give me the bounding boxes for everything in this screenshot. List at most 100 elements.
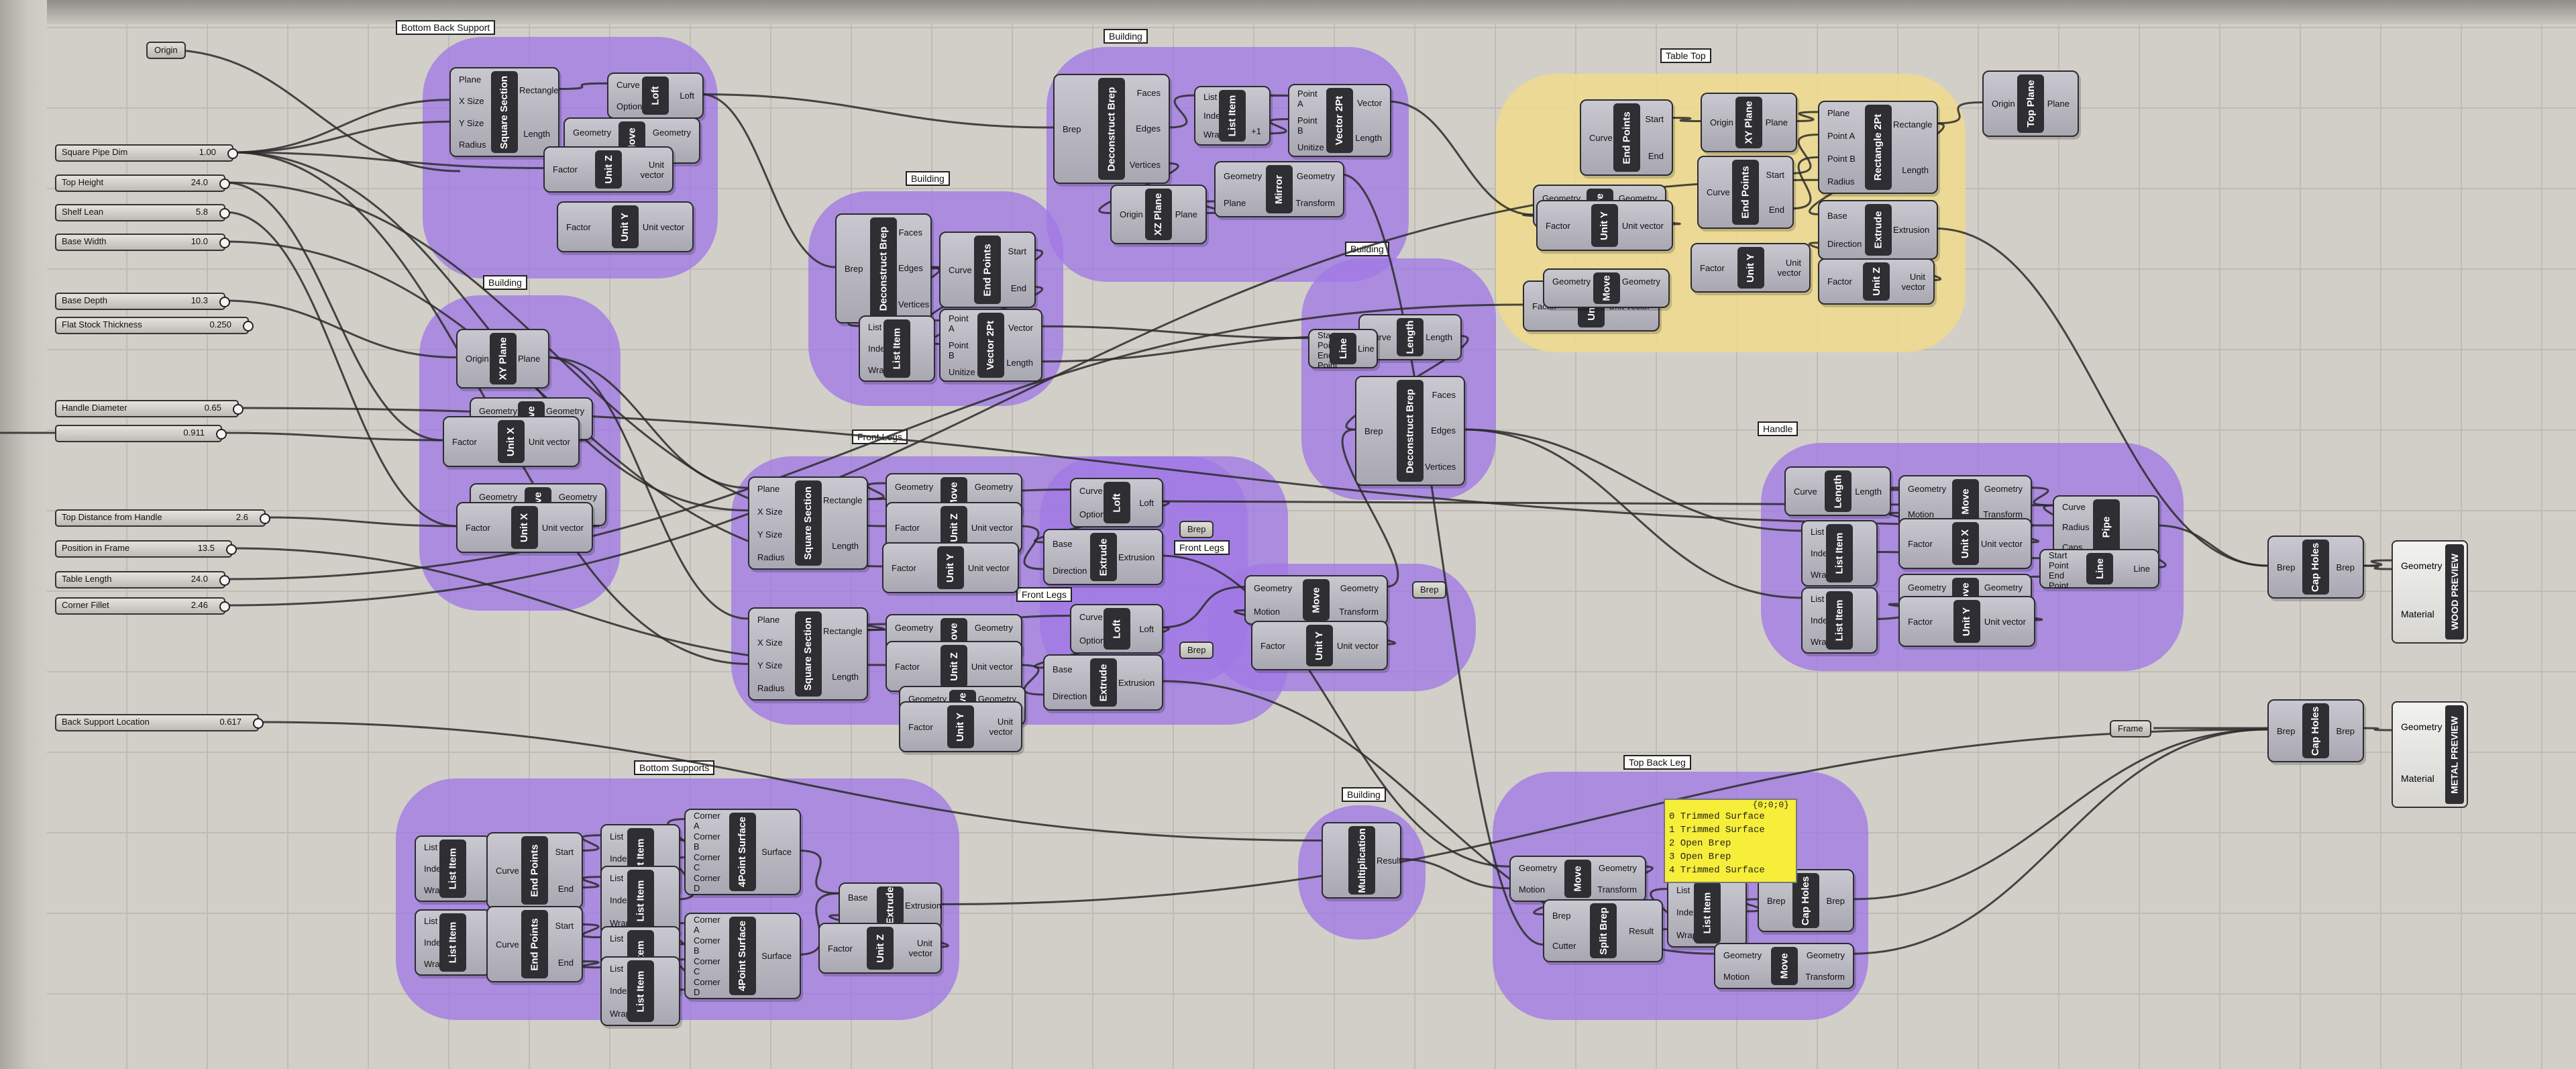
- input-port-label[interactable]: Geometry: [1908, 582, 1951, 593]
- output-port-label[interactable]: Unit vector: [539, 523, 584, 533]
- output-port-label[interactable]: Transform: [1593, 884, 1637, 895]
- component-capholes-2[interactable]: Brep Cap Holes Brep: [2267, 699, 2364, 762]
- output-port-label[interactable]: End: [1642, 151, 1664, 161]
- input-port-label[interactable]: Factor: [452, 437, 496, 447]
- output-port-label[interactable]: Length: [1853, 487, 1882, 497]
- component-dbrep-1[interactable]: Brep Deconstruct Brep Faces Edges Vertices: [1053, 74, 1170, 184]
- input-port-label[interactable]: Motion: [1723, 972, 1770, 982]
- output-port-label[interactable]: Line: [1358, 344, 1375, 354]
- output-port-label[interactable]: Brep: [2330, 726, 2355, 736]
- input-port-label[interactable]: Wrap: [1811, 570, 1831, 580]
- input-port-label[interactable]: Unitize: [949, 367, 976, 377]
- component-unitx-1[interactable]: Factor Unit X Unit vector: [443, 416, 580, 467]
- component-dbrep-3[interactable]: Brep Deconstruct Brep Faces Edges Vertices: [1355, 376, 1465, 486]
- input-port-label[interactable]: Curve: [1079, 486, 1103, 496]
- group-label[interactable]: Front Legs: [852, 429, 908, 444]
- input-port-label[interactable]: Corner D: [694, 873, 728, 893]
- output-port-label[interactable]: Edges: [1126, 123, 1161, 134]
- group-label[interactable]: Front Legs: [1016, 587, 1072, 602]
- output-port-label[interactable]: Geometry: [546, 406, 584, 416]
- output-port-label[interactable]: Length: [1425, 332, 1452, 342]
- output-port-label[interactable]: Transform: [1331, 607, 1379, 617]
- input-port-label[interactable]: List: [610, 933, 626, 944]
- slider-output-grip[interactable]: [226, 544, 237, 555]
- input-port-label[interactable]: Wrap: [424, 885, 445, 895]
- component-listitem-6[interactable]: List Index Wrap List Item: [415, 909, 491, 976]
- input-port-label[interactable]: Start Point: [2049, 550, 2085, 570]
- slider-value[interactable]: 10.0: [191, 236, 208, 246]
- input-port-label[interactable]: Cutter: [1552, 941, 1589, 951]
- component-splitbrep[interactable]: Brep Cutter Split Brep Result: [1543, 899, 1663, 962]
- input-port-label[interactable]: Curve: [1707, 187, 1731, 197]
- input-port-label[interactable]: Direction: [1053, 691, 1089, 701]
- input-port-label[interactable]: Index: [424, 937, 445, 948]
- component-xzplane[interactable]: Origin XZ Plane Plane: [1110, 185, 1207, 244]
- output-port-label[interactable]: Extrusion: [905, 901, 941, 911]
- input-port-label[interactable]: Direction: [1827, 239, 1864, 249]
- input-port-label[interactable]: Corner C: [694, 852, 728, 872]
- output-port-label[interactable]: Transform: [1799, 972, 1845, 982]
- input-port-label[interactable]: Plane: [1827, 108, 1864, 118]
- output-port-label[interactable]: Geometry: [553, 492, 597, 502]
- component-listitem-10[interactable]: List Index Wrap List Item: [600, 956, 680, 1026]
- input-port-label[interactable]: Index: [610, 895, 631, 905]
- input-port-label[interactable]: List: [1811, 527, 1825, 537]
- output-port-label[interactable]: Extrusion: [1118, 678, 1155, 688]
- output-port-label[interactable]: Unit vector: [1980, 539, 2023, 549]
- output-port-label[interactable]: +1: [1247, 126, 1261, 136]
- output-port-label[interactable]: Unit vector: [623, 160, 664, 180]
- output-port-label[interactable]: Unit vector: [975, 717, 1013, 737]
- input-port-label[interactable]: Factor: [1700, 263, 1736, 273]
- input-port-label[interactable]: Factor: [895, 523, 939, 533]
- output-port-label[interactable]: Surface: [757, 847, 792, 857]
- component-unity-7[interactable]: Factor Unit Y Unit vector: [1898, 596, 2035, 647]
- input-port-label[interactable]: Base: [1053, 664, 1089, 674]
- input-port-label[interactable]: Factor: [892, 563, 936, 573]
- input-port-label[interactable]: Geometry: [1254, 583, 1301, 593]
- output-port-label[interactable]: Start: [549, 921, 574, 931]
- output-port-label[interactable]: Unit vector: [526, 437, 570, 447]
- output-port-label[interactable]: Vertices: [1425, 462, 1456, 472]
- input-port-label[interactable]: Factor: [1546, 221, 1590, 231]
- input-port-label[interactable]: Geometry: [1908, 484, 1951, 494]
- component-endpoints-5[interactable]: Curve End Points Start End: [486, 906, 583, 982]
- input-port-label[interactable]: Curve: [2062, 502, 2092, 512]
- component-unity-2[interactable]: Factor Unit Y Unit vector: [1536, 200, 1673, 251]
- group-label[interactable]: Top Back Leg: [1623, 755, 1691, 770]
- group-label[interactable]: Bottom Supports: [634, 760, 715, 775]
- output-port-label[interactable]: Length: [519, 129, 550, 139]
- input-port-label[interactable]: Factor: [466, 523, 510, 533]
- slider-output-grip[interactable]: [219, 575, 230, 586]
- input-port-label[interactable]: Index: [424, 864, 445, 874]
- component-move-5[interactable]: Geometry Move Geometry: [1543, 268, 1670, 308]
- component-length-2[interactable]: Curve Length Length: [1784, 466, 1891, 516]
- input-port-label[interactable]: Corner A: [694, 811, 728, 831]
- output-port-label[interactable]: Unit vector: [1619, 221, 1664, 231]
- input-port-label[interactable]: Brep: [1767, 896, 1791, 906]
- component-listitem-4[interactable]: List Index Wrap List Item: [1801, 587, 1878, 654]
- text-panel[interactable]: {0;0;0} 0 Trimmed Surface 1 Trimmed Surfac…: [1664, 799, 1797, 883]
- output-port-label[interactable]: Faces: [1425, 390, 1456, 400]
- input-port-label[interactable]: Motion: [1254, 607, 1301, 617]
- output-port-label[interactable]: Geometry: [1593, 863, 1637, 873]
- param-brep2[interactable]: Brep: [1179, 642, 1214, 659]
- output-port-label[interactable]: Unit vector: [1766, 258, 1801, 278]
- component-endpoints-2[interactable]: Curve End Points Start End: [1580, 99, 1673, 176]
- group-label[interactable]: Building: [1342, 787, 1386, 802]
- slider-output-grip[interactable]: [243, 321, 254, 332]
- component-dbrep-2[interactable]: Brep Deconstruct Brep Faces Edges Vertices: [835, 213, 932, 323]
- preview-input-geometry[interactable]: Geometry: [2401, 721, 2442, 732]
- component-listitem-11[interactable]: List Index Wrap List Item: [1667, 878, 1747, 948]
- slider-output-grip[interactable]: [216, 429, 227, 440]
- slider-output-grip[interactable]: [227, 148, 238, 159]
- input-port-label[interactable]: Geometry: [479, 492, 523, 502]
- output-port-label[interactable]: Rectangle: [519, 85, 559, 95]
- component-unitz-1[interactable]: Factor Unit Z Unit vector: [543, 146, 674, 193]
- output-port-label[interactable]: Geometry: [1621, 276, 1660, 287]
- output-port-label[interactable]: Vertices: [1126, 160, 1161, 170]
- output-port-label[interactable]: Brep: [2330, 562, 2355, 572]
- preview-input-geometry[interactable]: Geometry: [2401, 560, 2442, 571]
- input-port-label[interactable]: Brep: [845, 264, 869, 274]
- component-capholes-1[interactable]: Brep Cap Holes Brep: [2267, 536, 2364, 599]
- group-label[interactable]: Table Top: [1660, 48, 1711, 63]
